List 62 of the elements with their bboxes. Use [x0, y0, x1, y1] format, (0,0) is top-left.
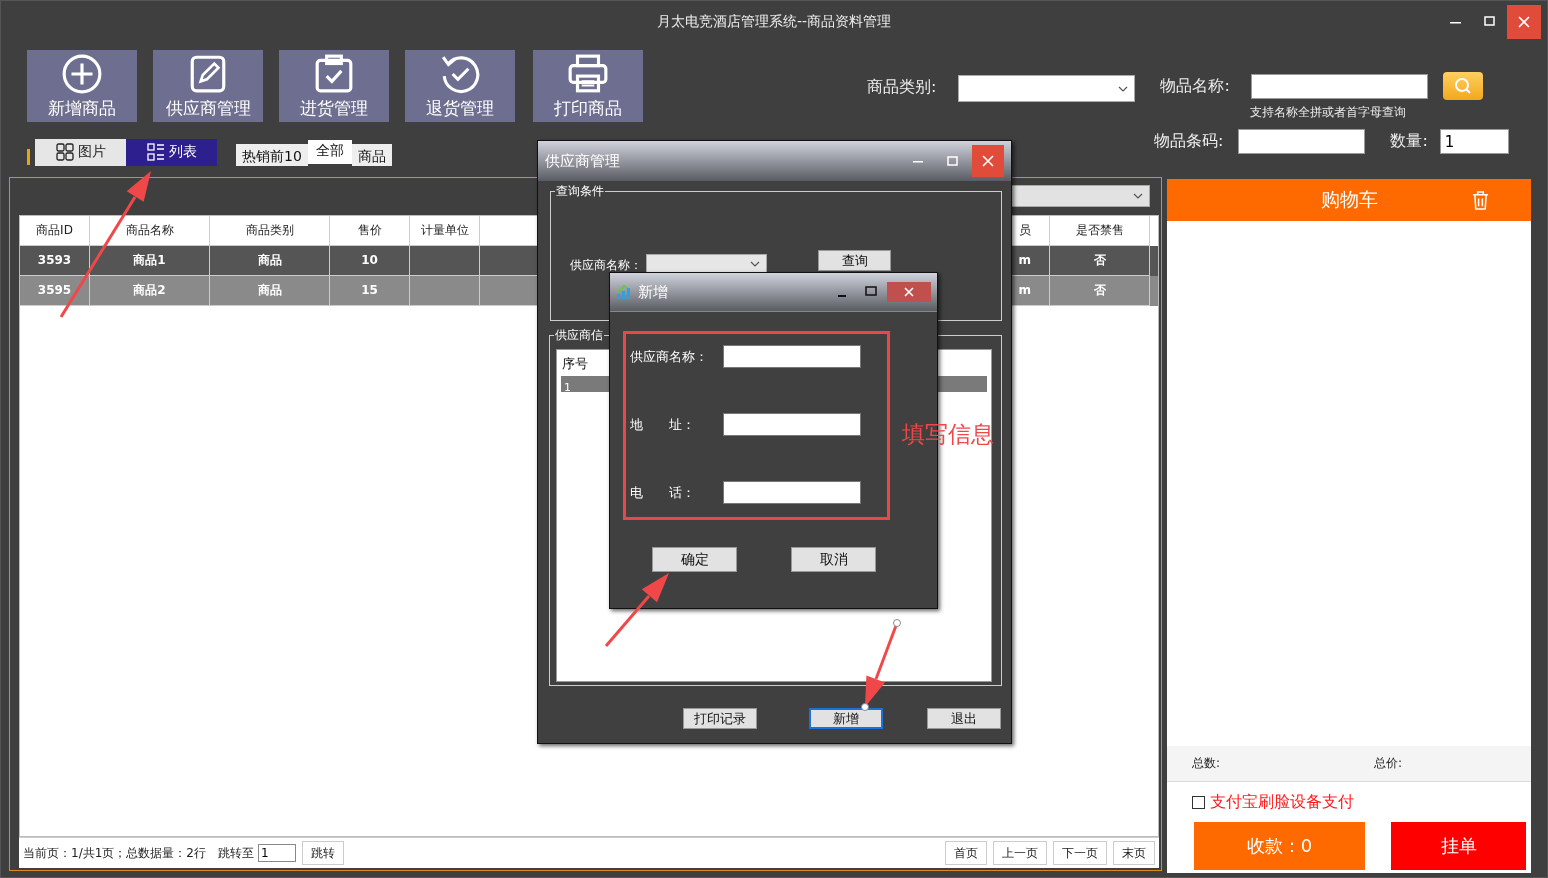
- toolbar-button[interactable]: 进货管理: [279, 50, 389, 122]
- filter-tab[interactable]: 热销前10: [236, 144, 308, 166]
- toolbar-button[interactable]: 新增商品: [27, 50, 137, 122]
- column-header: 是否禁售: [1050, 215, 1150, 246]
- table-cell: 否: [1050, 245, 1150, 276]
- quantity-input[interactable]: 1: [1439, 129, 1509, 154]
- table-cell: 10: [330, 245, 410, 276]
- toolbar-button[interactable]: 退货管理: [405, 50, 515, 122]
- table-cell-text: 1: [563, 381, 571, 394]
- jump-button[interactable]: 跳转: [301, 841, 344, 866]
- dialog-button[interactable]: 退出: [927, 708, 1001, 729]
- group-title: 查询条件: [555, 183, 605, 200]
- hold-button[interactable]: 挂单: [1391, 822, 1526, 870]
- view-tab[interactable]: 列表: [126, 138, 217, 166]
- ok-button[interactable]: 确定: [652, 547, 737, 572]
- table-cell: 商品: [210, 275, 330, 306]
- jump-label: 跳转至: [217, 844, 254, 862]
- field-label: 地 址：: [630, 415, 696, 434]
- table-cell: 商品1: [90, 245, 210, 276]
- column-header: 计量单位: [410, 215, 480, 246]
- field-label: 供应商名称：: [570, 257, 642, 274]
- table-cell: 3595: [20, 275, 90, 306]
- toolbar-button[interactable]: 供应商管理: [153, 50, 263, 122]
- column-header: 商品类别: [210, 215, 330, 246]
- filter-tab[interactable]: 全部: [307, 140, 352, 164]
- toolbar-button[interactable]: 打印商品: [533, 50, 643, 122]
- table-cell: 商品2: [90, 275, 210, 306]
- page-button[interactable]: 上一页: [993, 841, 1047, 866]
- page-button[interactable]: 末页: [1113, 841, 1155, 866]
- field-label: 商品类别:: [867, 77, 937, 98]
- column-header: 序号: [562, 355, 588, 373]
- view-tab[interactable]: 图片: [35, 138, 126, 166]
- group-title: 供应商信: [554, 327, 604, 344]
- window-title: 月太电竞酒店管理系统--商品资料管理: [656, 13, 892, 31]
- field-label: 物品名称:: [1160, 75, 1230, 97]
- cancel-button[interactable]: 取消: [791, 547, 876, 572]
- query-button[interactable]: 查询: [818, 250, 891, 271]
- dialog-title: 新增: [638, 282, 669, 302]
- table-cell: 否: [1050, 275, 1150, 306]
- checkbox-label: 支付宝刷脸设备支付: [1210, 792, 1354, 813]
- field-label: 数量:: [1390, 131, 1428, 152]
- column-header: 商品ID: [20, 215, 90, 246]
- hint-text: 支持名称全拼或者首字母查询: [1250, 104, 1408, 121]
- page-button[interactable]: 下一页: [1053, 841, 1107, 866]
- column-header: 售价: [330, 215, 410, 246]
- count-label: 总数:: [1192, 755, 1222, 772]
- filter-tab[interactable]: 商品: [351, 144, 392, 166]
- table-cell: 3593: [20, 245, 90, 276]
- total-label: 总价:: [1374, 755, 1404, 772]
- dialog-title: 供应商管理: [545, 151, 621, 171]
- dialog-button[interactable]: 新增: [809, 708, 883, 729]
- page-info: 当前页：1/共1页；总数据量：2行: [23, 844, 206, 862]
- field-label: 电 话：: [630, 483, 696, 502]
- field-label: 供应商名称：: [630, 347, 709, 366]
- cart-title: 购物车: [1320, 187, 1378, 212]
- page-button[interactable]: 首页: [945, 841, 987, 866]
- field-label: 物品条码:: [1154, 131, 1224, 152]
- page-input[interactable]: 1: [257, 844, 296, 863]
- dialog-button[interactable]: 打印记录: [683, 708, 757, 729]
- table-cell: 15: [330, 275, 410, 306]
- table-cell: 商品: [210, 245, 330, 276]
- column-header: 商品名称: [90, 215, 210, 246]
